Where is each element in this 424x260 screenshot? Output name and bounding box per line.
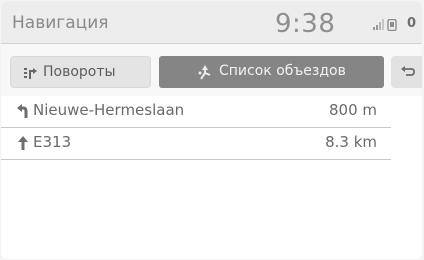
signal-bars-icon — [373, 19, 384, 30]
navigation-screen: Навигация 9:38 0 Повороты Список объездо… — [1, 1, 422, 259]
tab-detour-list[interactable]: Список объездов — [159, 56, 384, 88]
tab-turns[interactable]: Повороты — [10, 56, 151, 88]
straight-arrow-icon — [18, 136, 28, 150]
tab-bar: Повороты Список объездов — [1, 44, 422, 96]
route-row[interactable]: E313 8.3 km — [1, 128, 391, 160]
list-scrollbar[interactable] — [399, 96, 415, 259]
tab-turns-label: Повороты — [43, 64, 116, 80]
route-distance: 8.3 km — [325, 133, 377, 151]
header-bar: Навигация 9:38 0 — [1, 1, 422, 44]
phone-icon — [387, 19, 397, 31]
back-button[interactable] — [391, 56, 422, 88]
route-street: E313 — [33, 133, 72, 151]
bear-left-arrow-icon — [17, 104, 28, 118]
screen-title: Навигация — [12, 13, 109, 33]
back-arrow-icon — [401, 66, 415, 76]
status-count: 0 — [407, 16, 417, 31]
turn-list-icon — [24, 68, 37, 79]
route-street: Nieuwe-Hermeslaan — [33, 101, 185, 119]
status-area: 0 — [373, 16, 422, 35]
route-row[interactable]: Nieuwe-Hermeslaan 800 m — [1, 96, 391, 128]
detour-icon — [198, 65, 211, 80]
route-distance: 800 m — [328, 101, 377, 119]
clock: 9:38 — [275, 9, 336, 39]
tab-detour-label: Список объездов — [219, 63, 346, 79]
